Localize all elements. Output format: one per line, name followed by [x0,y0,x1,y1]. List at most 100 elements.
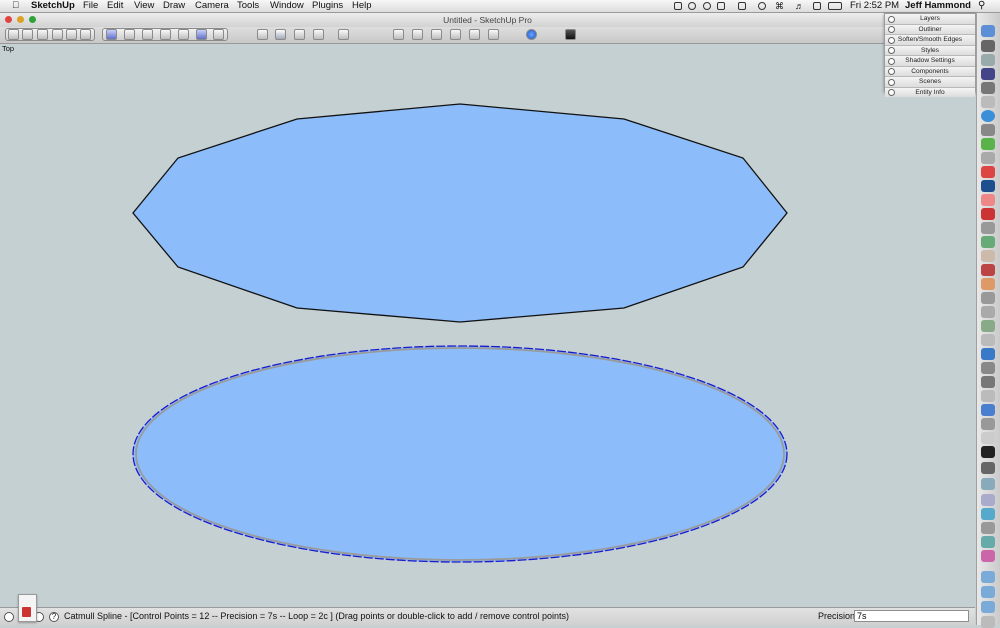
folder-icon[interactable] [981,601,995,613]
drawing-canvas[interactable] [0,44,975,607]
tray-components[interactable]: Components [885,66,975,77]
wireframe-style-icon[interactable] [431,29,442,40]
menu-view[interactable]: View [134,0,154,12]
share-model-icon[interactable] [80,29,91,40]
geo-location-icon[interactable] [4,612,14,622]
zoom-window-button[interactable] [29,16,36,23]
walk-icon[interactable] [294,29,305,40]
app-icon[interactable] [981,404,995,416]
3d-warehouse-icon[interactable] [52,29,63,40]
chat-status-icon[interactable] [703,2,711,10]
menu-edit[interactable]: Edit [107,0,123,12]
top-view-icon[interactable] [124,29,135,40]
shaded-style-icon[interactable] [469,29,480,40]
folder-icon[interactable] [981,571,995,583]
app-icon[interactable] [981,550,995,562]
zoom-icon[interactable] [338,29,349,40]
itunes-icon[interactable] [981,68,995,80]
right-view-icon[interactable] [160,29,171,40]
collapse-toggle-icon[interactable] [888,36,895,44]
app-icon[interactable] [981,418,995,430]
app-icon[interactable] [981,208,995,220]
drawing-viewport[interactable]: Top [0,44,975,607]
tray-styles[interactable]: Styles [885,45,975,56]
menu-draw[interactable]: Draw [163,0,185,12]
menu-camera[interactable]: Camera [195,0,229,12]
spotlight-icon[interactable]: ⚲ [978,0,985,12]
folder-icon[interactable] [981,586,995,598]
collapse-toggle-icon[interactable] [888,78,895,86]
pan-icon[interactable] [275,29,286,40]
app-icon[interactable] [981,376,995,388]
collapse-toggle-icon[interactable] [888,26,895,33]
tray-outliner[interactable]: Outliner [885,24,975,35]
paint-icon[interactable] [22,29,33,40]
app-icon[interactable] [981,278,995,290]
collapse-toggle-icon[interactable] [888,15,895,23]
model-info-icon[interactable] [565,29,576,40]
app-icon[interactable] [981,432,995,444]
app-icon[interactable] [981,96,995,108]
input-menu-icon[interactable] [813,2,821,10]
app-icon[interactable] [981,522,995,534]
tray-soften-smooth[interactable]: Soften/Smooth Edges [885,35,975,46]
tray-shadow-settings[interactable]: Shadow Settings [885,56,975,67]
app-icon[interactable] [981,334,995,346]
close-window-button[interactable] [5,16,12,23]
left-view-icon[interactable] [196,29,207,40]
app-icon[interactable] [981,306,995,318]
app-icon[interactable] [981,264,995,276]
tray-entity-info[interactable]: Entity Info [885,87,975,97]
finder-icon[interactable] [981,25,995,37]
xray-style-icon[interactable] [393,29,404,40]
front-view-icon[interactable] [142,29,153,40]
minimize-window-button[interactable] [17,16,24,23]
hidden-line-style-icon[interactable] [450,29,461,40]
textured-style-icon[interactable] [488,29,499,40]
app-icon[interactable] [981,462,995,474]
lock-status-icon[interactable] [717,2,725,10]
battery-charge-icon[interactable] [738,2,746,10]
app-icon[interactable] [981,138,995,150]
collapse-toggle-icon[interactable] [888,68,895,75]
camera-status-icon[interactable] [674,2,682,10]
app-icon[interactable] [981,82,995,94]
menu-help[interactable]: Help [352,0,372,12]
back-view-icon[interactable] [178,29,189,40]
collapse-toggle-icon[interactable] [888,57,895,65]
menubar-clock[interactable]: Fri 2:52 PM [850,0,899,12]
terminal-icon[interactable] [981,446,995,458]
app-icon[interactable] [981,236,995,248]
tray-layers[interactable]: Layers [885,14,975,25]
menu-plugins[interactable]: Plugins [312,0,343,12]
menubar-user[interactable]: Jeff Hammond [905,0,971,12]
back-edges-style-icon[interactable] [412,29,423,40]
extension-warehouse-icon[interactable] [66,29,77,40]
document-thumbnail[interactable] [18,594,37,622]
app-icon[interactable] [981,348,995,360]
menu-tools[interactable]: Tools [237,0,259,12]
apple-icon[interactable]:  [12,0,19,12]
app-icon[interactable] [981,152,995,164]
trash-icon[interactable] [981,616,995,628]
home-icon[interactable] [37,29,48,40]
polygon-face[interactable] [132,103,788,323]
menu-file[interactable]: File [83,0,98,12]
app-icon[interactable] [981,536,995,548]
collapse-toggle-icon[interactable] [888,47,895,54]
mail-icon[interactable] [981,54,995,66]
photoshop-icon[interactable] [981,180,995,192]
app-icon[interactable] [981,478,995,490]
app-icon[interactable] [981,292,995,304]
menu-app[interactable]: SketchUp [31,0,75,12]
select-icon[interactable] [8,29,19,40]
volume-icon[interactable]: ♬ [795,2,804,11]
sync-status-icon[interactable] [688,2,696,10]
app-icon[interactable] [981,222,995,234]
safari-icon[interactable] [981,110,995,122]
menu-window[interactable]: Window [270,0,304,12]
app-icon[interactable] [981,124,995,136]
orbit-icon[interactable] [257,29,268,40]
app-icon[interactable] [981,250,995,262]
app-icon[interactable] [981,508,995,520]
